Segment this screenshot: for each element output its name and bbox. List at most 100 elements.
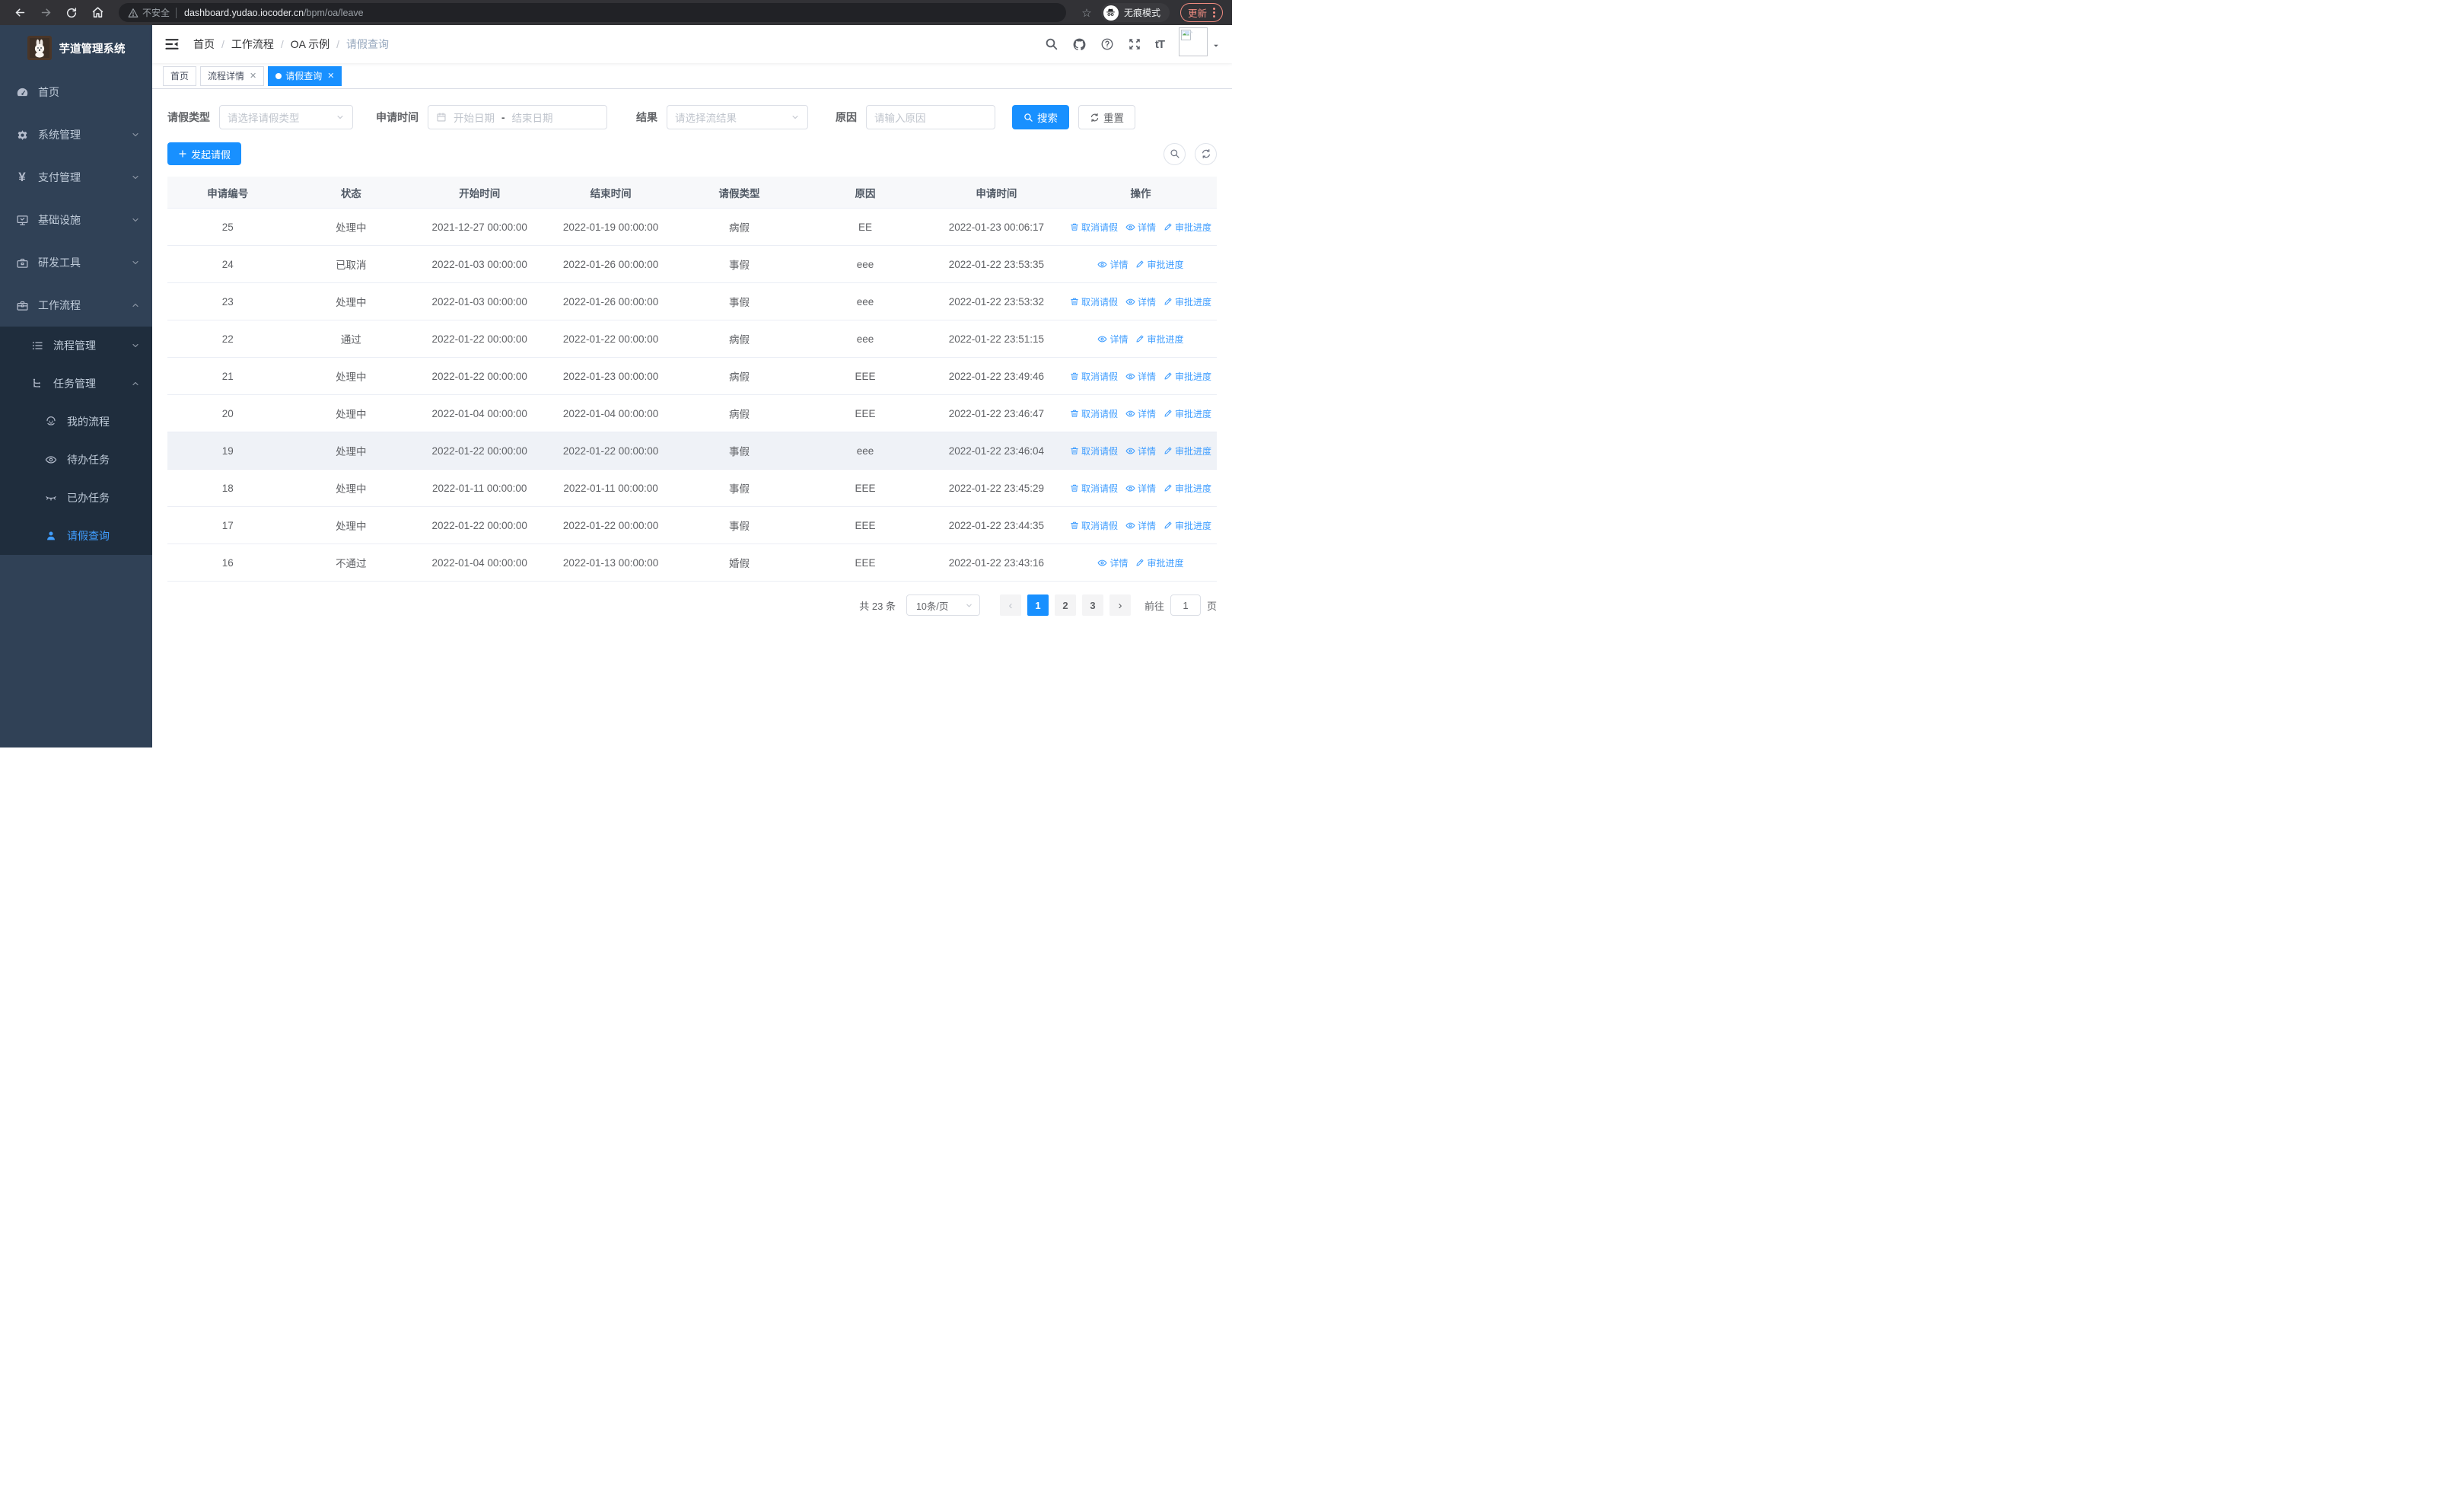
goto-page-input[interactable]: 1 xyxy=(1170,594,1201,616)
back-icon[interactable] xyxy=(9,2,30,24)
apply-time-label: 申请时间 xyxy=(376,111,419,123)
cancel-leave-link[interactable]: 取消请假 xyxy=(1070,221,1118,234)
table-cell: 病假 xyxy=(729,222,750,234)
sidebar-toggle-icon[interactable] xyxy=(164,36,181,53)
tab-leave-query[interactable]: 请假查询 ✕ xyxy=(268,65,342,86)
placeholder: 请选择流结果 xyxy=(675,113,737,124)
browser-update-button[interactable]: 更新 xyxy=(1179,3,1223,22)
approval-progress-link[interactable]: 审批进度 xyxy=(1164,221,1211,234)
cancel-leave-link[interactable]: 取消请假 xyxy=(1070,295,1118,308)
sidebar-item-workflow[interactable]: 工作流程 xyxy=(0,284,152,327)
search-button[interactable]: 搜索 xyxy=(1012,105,1069,129)
reset-button[interactable]: 重置 xyxy=(1078,105,1135,129)
cancel-leave-link[interactable]: 取消请假 xyxy=(1070,370,1118,383)
tab-home[interactable]: 首页 xyxy=(163,65,197,86)
actions-cell: 详情 审批进度 xyxy=(1065,333,1217,346)
forward-icon[interactable] xyxy=(35,2,56,24)
cancel-leave-link[interactable]: 取消请假 xyxy=(1070,445,1118,457)
result-select[interactable]: 请选择流结果 xyxy=(667,105,808,129)
breadcrumb-item[interactable]: OA 示例 xyxy=(291,37,329,52)
more-menu-icon[interactable] xyxy=(1213,8,1215,18)
approval-progress-link[interactable]: 审批进度 xyxy=(1164,370,1211,383)
fullscreen-icon[interactable] xyxy=(1121,25,1148,63)
cancel-leave-link[interactable]: 取消请假 xyxy=(1070,519,1118,532)
sidebar-item-infrastructure[interactable]: 基础设施 xyxy=(0,199,152,241)
detail-link[interactable]: 详情 xyxy=(1125,445,1156,457)
zoom-search-icon[interactable] xyxy=(1164,142,1186,165)
breadcrumb-item[interactable]: 工作流程 xyxy=(231,37,274,52)
approval-progress-link[interactable]: 审批进度 xyxy=(1164,445,1211,457)
cancel-leave-link[interactable]: 取消请假 xyxy=(1070,407,1118,420)
detail-link[interactable]: 详情 xyxy=(1125,407,1156,420)
table-cell: 2022-01-22 00:00:00 xyxy=(431,445,527,457)
cancel-leave-link[interactable]: 取消请假 xyxy=(1070,482,1118,495)
table-cell: 事假 xyxy=(729,297,750,308)
github-icon[interactable] xyxy=(1065,25,1094,63)
approval-progress-link[interactable]: 审批进度 xyxy=(1164,407,1211,420)
approval-progress-link[interactable]: 审批进度 xyxy=(1135,258,1183,271)
detail-link[interactable]: 详情 xyxy=(1125,482,1156,495)
search-icon[interactable] xyxy=(1038,25,1065,63)
close-icon[interactable]: ✕ xyxy=(327,71,334,81)
sidebar-item-home[interactable]: 首页 xyxy=(0,71,152,113)
table-cell: 处理中 xyxy=(336,483,367,495)
approval-progress-link[interactable]: 审批进度 xyxy=(1135,556,1183,569)
sidebar-item-system[interactable]: 系统管理 xyxy=(0,113,152,156)
sidebar-item-process-mgmt[interactable]: 流程管理 xyxy=(0,327,152,365)
approval-progress-link[interactable]: 审批进度 xyxy=(1164,482,1211,495)
page-button-3[interactable]: 3 xyxy=(1081,594,1103,616)
create-leave-button[interactable]: 发起请假 xyxy=(167,142,242,165)
sidebar-item-devtools[interactable]: 研发工具 xyxy=(0,241,152,284)
filter-form: 请假类型 请选择请假类型 申请时间 开始日期 - 结束日期 结果 请选择流结果 xyxy=(167,105,1217,129)
sidebar-item-my-process[interactable]: 我的流程 xyxy=(0,403,152,441)
table-cell: 2022-01-22 00:00:00 xyxy=(562,519,659,531)
detail-link[interactable]: 详情 xyxy=(1097,556,1128,569)
prev-page-button[interactable]: ‹ xyxy=(999,594,1021,616)
actions-cell: 取消请假 详情 审批进度 xyxy=(1065,519,1217,532)
chevron-up-icon xyxy=(131,379,140,388)
actions-cell: 详情 审批进度 xyxy=(1065,556,1217,569)
sidebar-item-payment[interactable]: ¥ 支付管理 xyxy=(0,156,152,199)
apply-time-range-picker[interactable]: 开始日期 - 结束日期 xyxy=(428,105,607,129)
sidebar-item-done-tasks[interactable]: 已办任务 xyxy=(0,479,152,517)
chevron-down-icon xyxy=(131,130,140,139)
home-icon[interactable] xyxy=(87,2,108,24)
date-end-placeholder: 结束日期 xyxy=(511,113,553,124)
font-size-icon[interactable]: tT xyxy=(1148,25,1171,63)
sidebar-item-label: 流程管理 xyxy=(53,339,96,352)
pen-icon xyxy=(1164,223,1172,231)
help-icon[interactable] xyxy=(1094,25,1121,63)
reload-icon[interactable] xyxy=(61,2,82,24)
detail-link[interactable]: 详情 xyxy=(1125,519,1156,532)
sidebar-item-task-mgmt[interactable]: 任务管理 xyxy=(0,365,152,403)
detail-link[interactable]: 详情 xyxy=(1125,295,1156,308)
tab-process-detail[interactable]: 流程详情 ✕ xyxy=(200,65,265,86)
detail-link[interactable]: 详情 xyxy=(1097,333,1128,346)
pen-icon xyxy=(1136,559,1144,566)
page-size-select[interactable]: 10条/页 xyxy=(906,594,980,616)
detail-link[interactable]: 详情 xyxy=(1125,370,1156,383)
page-button-1[interactable]: 1 xyxy=(1027,594,1049,616)
app-logo[interactable]: 芋道管理系统 xyxy=(0,25,152,71)
sidebar-item-todo-tasks[interactable]: 待办任务 xyxy=(0,441,152,479)
logo-avatar xyxy=(27,36,52,60)
approval-progress-link[interactable]: 审批进度 xyxy=(1135,333,1183,346)
reason-input[interactable]: 请输入原因 xyxy=(866,105,995,129)
approval-progress-link[interactable]: 审批进度 xyxy=(1164,295,1211,308)
page-button-2[interactable]: 2 xyxy=(1054,594,1076,616)
incognito-badge: 无痕模式 xyxy=(1100,3,1170,22)
user-avatar[interactable] xyxy=(1179,27,1220,61)
refresh-icon[interactable] xyxy=(1195,142,1217,165)
bookmark-star-icon[interactable]: ☆ xyxy=(1077,6,1097,20)
address-bar[interactable]: 不安全 dashboard.yudao.iocoder.cn/bpm/oa/le… xyxy=(119,3,1066,22)
table-cell: 2022-01-22 00:00:00 xyxy=(431,370,527,382)
detail-link[interactable]: 详情 xyxy=(1097,258,1128,271)
leave-type-select[interactable]: 请选择请假类型 xyxy=(219,105,353,129)
next-page-button[interactable]: › xyxy=(1109,594,1131,616)
detail-link[interactable]: 详情 xyxy=(1125,221,1156,234)
sidebar-item-leave-query[interactable]: 请假查询 xyxy=(0,517,152,555)
table-row: 20 处理中 2022-01-04 00:00:00 2022-01-04 00:00… xyxy=(167,395,1217,432)
breadcrumb-item[interactable]: 首页 xyxy=(193,37,215,52)
close-icon[interactable]: ✕ xyxy=(250,71,256,81)
approval-progress-link[interactable]: 审批进度 xyxy=(1164,519,1211,532)
